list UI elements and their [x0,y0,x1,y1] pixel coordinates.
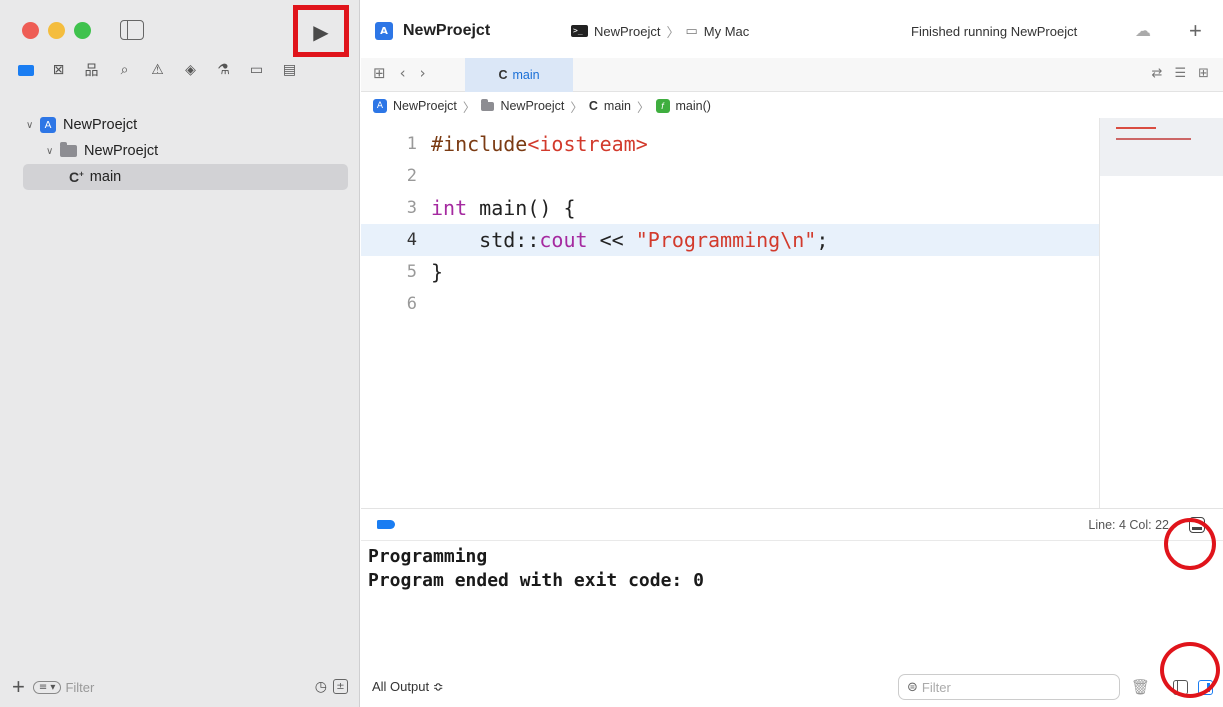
folder-icon [60,142,77,157]
tree-label: NewProejct [63,117,138,133]
breadcrumb-project[interactable]: NewProejct [393,99,457,113]
line-number: 3 [406,198,417,218]
sidebar-bottom-bar: + ≡ ▾ Filter ◷ ± [0,667,360,707]
tree-label: main [89,169,122,185]
xcode-window: ▶ ⊠ 品 ⌕ ⚠ ◈ ⚗ ▭ ▤ ∨ A NewProejct ∨ NewPr… [0,0,1223,707]
variables-view-icon[interactable] [1173,680,1188,695]
project-title: A NewProejct [375,22,490,40]
line-number: 1 [406,134,417,154]
breadcrumb-group[interactable]: NewProejct [500,99,564,113]
trash-icon[interactable]: 🗑 [1131,678,1150,696]
output-selector[interactable]: All Output ≎ [372,679,444,695]
debug-bar: Line: 4 Col: 22 [361,508,1223,541]
window-controls [22,22,91,39]
function-icon: f [655,99,670,113]
back-icon[interactable]: ‹ [400,64,406,82]
line-number: 5 [406,262,417,282]
cpp-file-icon: C [588,99,598,113]
tab-main[interactable]: Cmain [465,58,573,92]
editor-area: A NewProejct >_ NewProejct 〉 ▭ My Mac Fi… [361,0,1223,707]
folder-icon[interactable] [14,60,37,80]
activity-status: Finished running NewProejct [911,23,1078,39]
code-review-icon[interactable]: ⇄ [1152,66,1163,81]
source-control-filter-icon[interactable]: ± [333,679,348,694]
editor-options-icon[interactable]: ☰ [1174,66,1186,81]
sidebar-filter[interactable]: ≡ ▾ Filter [32,680,94,695]
editor-tab-bar: ⊞ ‹ › Cmain ⇄ ☰ ⊞ [361,58,1223,92]
warning-icon[interactable]: ⚠ [146,60,169,80]
tree-item-project[interactable]: ∨ A NewProejct [0,112,360,138]
forward-icon[interactable]: › [420,64,426,82]
search-icon[interactable]: ⌕ [113,60,136,80]
close-window-button[interactable] [22,22,39,39]
console-view-icon[interactable] [1198,680,1213,695]
navigator-tabs: ⊠ 品 ⌕ ⚠ ◈ ⚗ ▭ ▤ [14,60,301,80]
xcode-project-icon: A [40,117,56,133]
chevron-down-icon[interactable]: ∨ [26,120,36,131]
add-button[interactable]: + [1189,18,1202,44]
cpp-file-icon: C+ [69,169,84,185]
tree-item-main[interactable]: C+ main [23,164,348,190]
add-icon[interactable]: + [12,674,25,700]
breakpoints-toggle-icon[interactable] [377,520,395,529]
xcode-project-icon: A [373,99,387,113]
diamond-icon[interactable]: ◈ [179,60,202,80]
line-number: 2 [406,166,417,186]
cloud-icon[interactable]: ☁ [1135,21,1151,41]
breadcrumb-symbol[interactable]: main() [676,99,711,113]
console-filter-input[interactable]: ⊜ Filter [898,674,1120,700]
current-line: 4 std:: cout << "Programming\n"; [361,224,1099,256]
breadcrumb-file[interactable]: main [604,99,631,113]
code-line: 5 } [361,256,1099,288]
scheme-selector[interactable]: >_ NewProejct 〉 ▭ My Mac [571,22,749,41]
xcode-project-icon: A [375,22,393,40]
code-editor[interactable]: 1 #include <iostream> 2 3 int main() { 4… [361,128,1099,508]
sidebar-toggle-icon[interactable] [120,20,144,40]
filter-options-icon[interactable]: ≡ ▾ [32,680,62,694]
list-icon[interactable]: ▤ [278,60,301,80]
play-icon: ▶ [313,21,329,44]
x-square-icon[interactable]: ⊠ [47,60,70,80]
terminal-icon: >_ [571,25,588,37]
line-number: 6 [406,294,417,314]
breadcrumb: A NewProejct 〉 NewProejct 〉 C main 〉 f m… [373,94,711,118]
hide-debug-area-icon[interactable] [1189,517,1205,533]
chevron-down-icon[interactable]: ∨ [46,146,56,157]
tree-item-group[interactable]: ∨ NewProejct [0,138,360,164]
grid-icon[interactable]: ⊞ [373,64,386,82]
recent-files-icon[interactable]: ◷ [315,679,327,695]
laptop-icon: ▭ [685,23,698,38]
add-editor-icon[interactable]: ⊞ [1198,66,1209,81]
navigator-sidebar: ▶ ⊠ 品 ⌕ ⚠ ◈ ⚗ ▭ ▤ ∨ A NewProejct ∨ NewPr… [0,0,360,707]
run-button[interactable]: ▶ [299,15,343,49]
line-number: 4 [406,230,417,250]
code-line: 2 [361,160,1099,192]
code-line: 3 int main() { [361,192,1099,224]
console-output[interactable]: Programming Program ended with exit code… [368,545,704,593]
window-toolbar: A NewProejct >_ NewProejct 〉 ▭ My Mac Fi… [361,12,1223,50]
folder-icon [481,98,495,111]
tree-label: NewProejct [84,143,159,159]
minimap[interactable] [1099,118,1223,508]
console-bottom-bar: All Output ≎ ⊜ Filter 🗑 [361,667,1223,707]
minimize-window-button[interactable] [48,22,65,39]
spray-icon[interactable]: ⚗ [212,60,235,80]
tag-icon[interactable]: ▭ [245,60,268,80]
code-line: 1 #include <iostream> [361,128,1099,160]
line-col-indicator: Line: 4 Col: 22 [1088,517,1169,532]
hierarchy-icon[interactable]: 品 [80,60,103,80]
project-tree: ∨ A NewProejct ∨ NewProejct C+ main [0,112,360,190]
zoom-window-button[interactable] [74,22,91,39]
code-line: 6 [361,288,1099,320]
filter-icon: ⊜ [907,679,918,695]
